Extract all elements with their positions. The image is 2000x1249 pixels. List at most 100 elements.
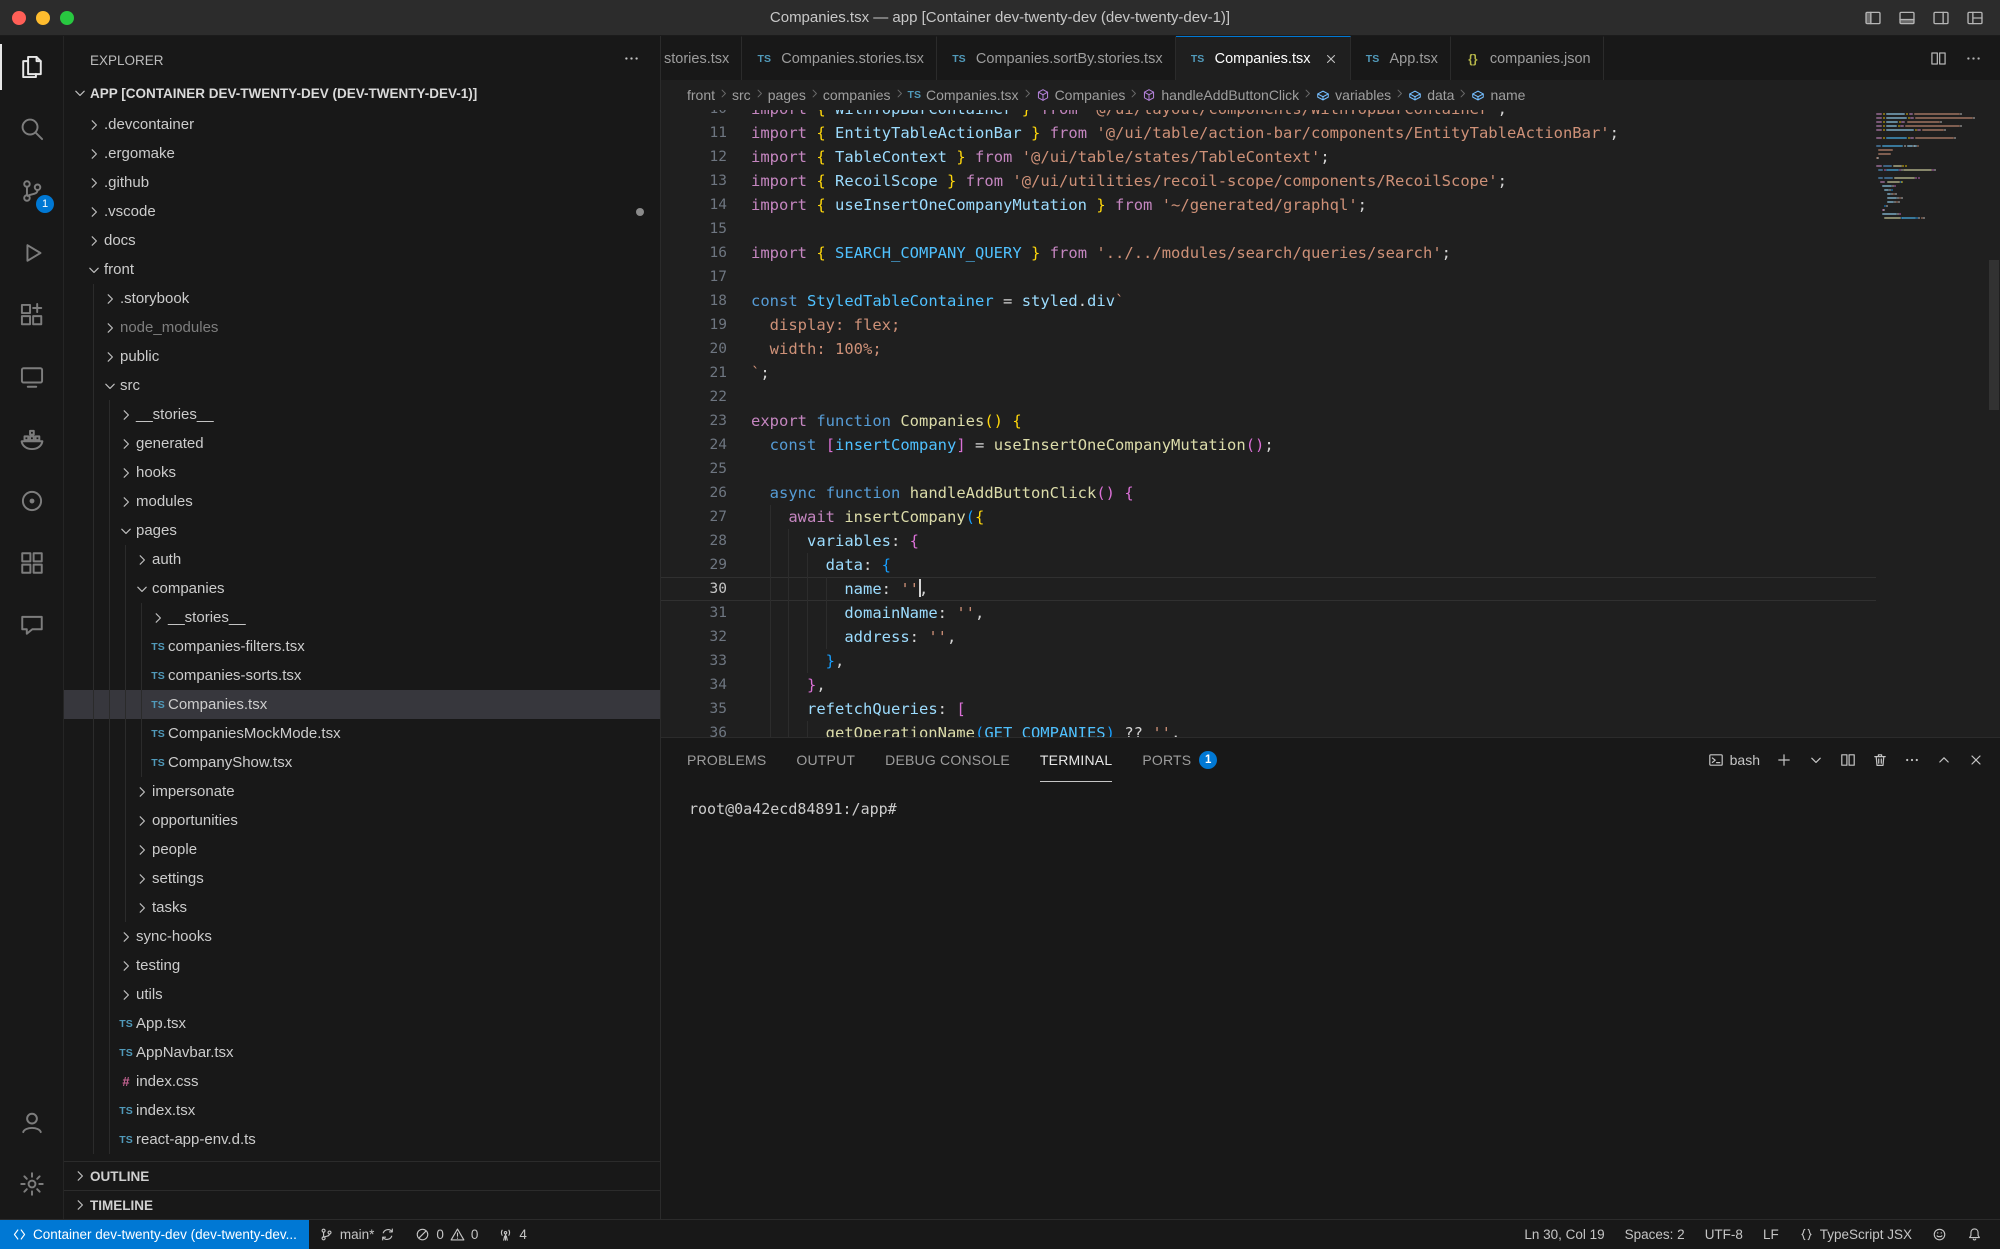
timeline-section[interactable]: TIMELINE bbox=[64, 1190, 660, 1219]
breadcrumb-Companies.tsx[interactable]: TSCompanies.tsx bbox=[908, 87, 1019, 103]
editor-scrollbar[interactable] bbox=[1989, 260, 1999, 410]
tab-stories.tsx[interactable]: stories.tsx bbox=[661, 36, 742, 80]
tree-item-docs[interactable]: docs bbox=[64, 226, 660, 255]
tree-item-tasks[interactable]: tasks bbox=[64, 893, 660, 922]
status-eol[interactable]: LF bbox=[1753, 1220, 1789, 1249]
code-line-23[interactable]: 23export function Companies() { bbox=[661, 409, 1876, 433]
tree-item-companies-filters.tsx[interactable]: TScompanies-filters.tsx bbox=[64, 632, 660, 661]
close-panel-button[interactable] bbox=[1968, 752, 1984, 768]
tree-item-.vscode[interactable]: .vscode bbox=[64, 197, 660, 226]
tree-item-modules[interactable]: modules bbox=[64, 487, 660, 516]
code-line-31[interactable]: 31 domainName: '', bbox=[661, 601, 1876, 625]
explorer-more-actions-icon[interactable] bbox=[623, 50, 640, 70]
breadcrumb-name[interactable]: name bbox=[1471, 87, 1525, 103]
activity-settings[interactable] bbox=[0, 1153, 63, 1215]
activity-extensions[interactable] bbox=[0, 284, 63, 346]
tree-item-companies[interactable]: companies bbox=[64, 574, 660, 603]
status-problems[interactable]: 00 bbox=[405, 1220, 488, 1249]
activity-grid-view[interactable] bbox=[0, 532, 63, 594]
tab-companies.json[interactable]: {}companies.json bbox=[1451, 36, 1604, 80]
minimap[interactable] bbox=[1876, 112, 1986, 220]
activity-remote-explorer[interactable] bbox=[0, 346, 63, 408]
tree-item-opportunities[interactable]: opportunities bbox=[64, 806, 660, 835]
tab-Companies.tsx[interactable]: TSCompanies.tsx bbox=[1176, 36, 1351, 80]
code-line-10[interactable]: 10import { WithTopBarContainer } from '@… bbox=[661, 110, 1876, 121]
panel-tab-OUTPUT[interactable]: OUTPUT bbox=[796, 738, 855, 782]
kill-terminal-button[interactable] bbox=[1872, 752, 1888, 768]
code-line-34[interactable]: 34 }, bbox=[661, 673, 1876, 697]
breadcrumb-handleAddButtonClick[interactable]: handleAddButtonClick bbox=[1142, 87, 1299, 103]
minimize-window-button[interactable] bbox=[36, 11, 50, 25]
tree-item-__stories__[interactable]: __stories__ bbox=[64, 603, 660, 632]
code-line-32[interactable]: 32 address: '', bbox=[661, 625, 1876, 649]
tree-item-.devcontainer[interactable]: .devcontainer bbox=[64, 110, 660, 139]
layout-custom-button[interactable] bbox=[1966, 9, 1984, 27]
tree-item-testing[interactable]: testing bbox=[64, 951, 660, 980]
split-terminal-button[interactable] bbox=[1840, 752, 1856, 768]
tree-item-index.css[interactable]: #index.css bbox=[64, 1067, 660, 1096]
panel-tab-PORTS[interactable]: PORTS1 bbox=[1142, 738, 1217, 782]
zoom-window-button[interactable] bbox=[60, 11, 74, 25]
tree-item-CompanyShow.tsx[interactable]: TSCompanyShow.tsx bbox=[64, 748, 660, 777]
tree-item-auth[interactable]: auth bbox=[64, 545, 660, 574]
breadcrumb-pages[interactable]: pages bbox=[768, 87, 806, 103]
code-line-24[interactable]: 24 const [insertCompany] = useInsertOneC… bbox=[661, 433, 1876, 457]
code-line-15[interactable]: 15 bbox=[661, 217, 1876, 241]
activity-search[interactable] bbox=[0, 98, 63, 160]
tree-item-.ergomake[interactable]: .ergomake bbox=[64, 139, 660, 168]
code-line-28[interactable]: 28 variables: { bbox=[661, 529, 1876, 553]
layout-panel-button[interactable] bbox=[1898, 9, 1916, 27]
close-tab-icon[interactable] bbox=[1324, 52, 1338, 66]
breadcrumb-src[interactable]: src bbox=[732, 87, 751, 103]
activity-run-debug[interactable] bbox=[0, 222, 63, 284]
code-editor[interactable]: 10import { WithTopBarContainer } from '@… bbox=[661, 110, 2000, 737]
tree-item-src[interactable]: src bbox=[64, 371, 660, 400]
code-line-20[interactable]: 20 width: 100%; bbox=[661, 337, 1876, 361]
code-line-27[interactable]: 27 await insertCompany({ bbox=[661, 505, 1876, 529]
more-actions-button[interactable] bbox=[1965, 50, 1982, 67]
tree-item-generated[interactable]: generated bbox=[64, 429, 660, 458]
code-line-14[interactable]: 14import { useInsertOneCompanyMutation }… bbox=[661, 193, 1876, 217]
code-line-35[interactable]: 35 refetchQueries: [ bbox=[661, 697, 1876, 721]
activity-accounts[interactable] bbox=[0, 1091, 63, 1153]
new-terminal-button[interactable] bbox=[1776, 752, 1792, 768]
breadcrumb-companies[interactable]: companies bbox=[823, 87, 891, 103]
status-remote[interactable]: Container dev-twenty-dev (dev-twenty-dev… bbox=[0, 1220, 309, 1249]
tree-item-.storybook[interactable]: .storybook bbox=[64, 284, 660, 313]
code-line-25[interactable]: 25 bbox=[661, 457, 1876, 481]
breadcrumb-data[interactable]: data bbox=[1408, 87, 1454, 103]
panel-tab-PROBLEMS[interactable]: PROBLEMS bbox=[687, 738, 766, 782]
code-line-33[interactable]: 33 }, bbox=[661, 649, 1876, 673]
status-indentation[interactable]: Spaces: 2 bbox=[1615, 1220, 1695, 1249]
tree-item-react-app-env.d.ts[interactable]: TSreact-app-env.d.ts bbox=[64, 1125, 660, 1154]
tree-item-pages[interactable]: pages bbox=[64, 516, 660, 545]
tree-item-AppNavbar.tsx[interactable]: TSAppNavbar.tsx bbox=[64, 1038, 660, 1067]
status-line-col[interactable]: Ln 30, Col 19 bbox=[1514, 1220, 1614, 1249]
tab-Companies.sortBy.stories.tsx[interactable]: TSCompanies.sortBy.stories.tsx bbox=[937, 36, 1176, 80]
tree-item-settings[interactable]: settings bbox=[64, 864, 660, 893]
launch-profile-button[interactable] bbox=[1808, 752, 1824, 768]
status-branch[interactable]: main* bbox=[309, 1220, 406, 1249]
tree-item-__stories__[interactable]: __stories__ bbox=[64, 400, 660, 429]
tree-item-people[interactable]: people bbox=[64, 835, 660, 864]
code-line-17[interactable]: 17 bbox=[661, 265, 1876, 289]
maximize-panel-button[interactable] bbox=[1936, 752, 1952, 768]
tree-item-companies-sorts.tsx[interactable]: TScompanies-sorts.tsx bbox=[64, 661, 660, 690]
explorer-section-header[interactable]: APP [CONTAINER DEV-TWENTY-DEV (DEV-TWENT… bbox=[64, 78, 660, 108]
tree-item-node_modules[interactable]: node_modules bbox=[64, 313, 660, 342]
code-line-30[interactable]: 30 name: '', bbox=[661, 577, 1876, 601]
code-line-19[interactable]: 19 display: flex; bbox=[661, 313, 1876, 337]
code-line-26[interactable]: 26 async function handleAddButtonClick()… bbox=[661, 481, 1876, 505]
tree-item-public[interactable]: public bbox=[64, 342, 660, 371]
status-language-mode[interactable]: TypeScript JSX bbox=[1789, 1220, 1922, 1249]
tree-item-impersonate[interactable]: impersonate bbox=[64, 777, 660, 806]
tree-item-utils[interactable]: utils bbox=[64, 980, 660, 1009]
tree-item-sync-hooks[interactable]: sync-hooks bbox=[64, 922, 660, 951]
code-line-36[interactable]: 36 getOperationName(GET_COMPANIES) ?? ''… bbox=[661, 721, 1876, 737]
status-feedback[interactable] bbox=[1922, 1220, 1957, 1249]
status-ports[interactable]: 4 bbox=[488, 1220, 537, 1249]
code-line-21[interactable]: 21`; bbox=[661, 361, 1876, 385]
code-line-18[interactable]: 18const StyledTableContainer = styled.di… bbox=[661, 289, 1876, 313]
activity-target[interactable] bbox=[0, 470, 63, 532]
code-line-11[interactable]: 11import { EntityTableActionBar } from '… bbox=[661, 121, 1876, 145]
